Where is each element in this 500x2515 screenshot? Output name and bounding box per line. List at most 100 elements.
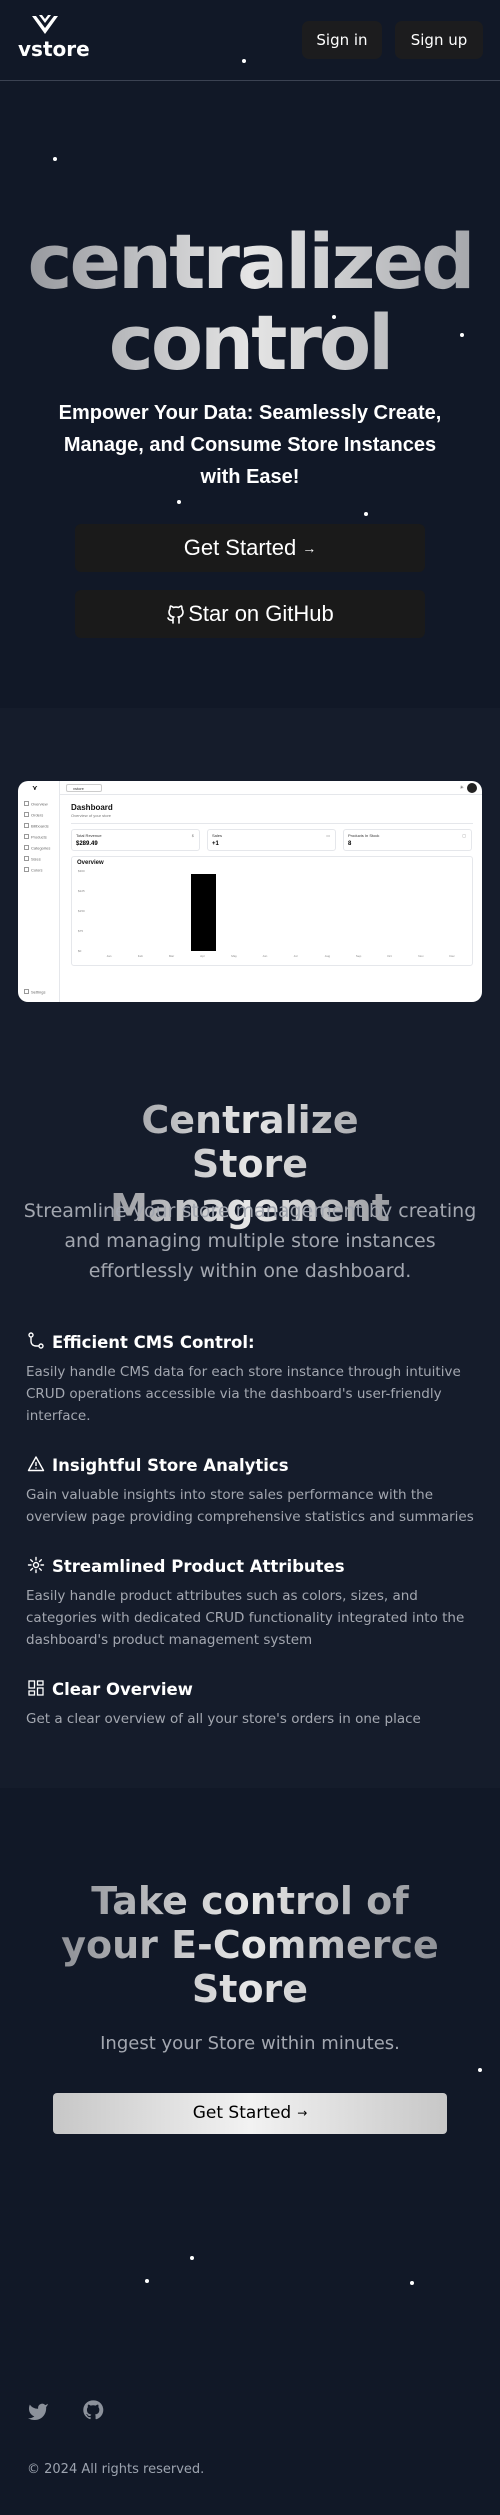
stat-card-value: 8	[348, 841, 352, 847]
site-header: vstore Sign in Sign up	[0, 0, 500, 81]
star-particle	[242, 59, 246, 63]
stat-card-label: Sales	[212, 833, 223, 838]
package-icon: ▢	[462, 833, 466, 838]
sidebar-item-categories: Categories	[24, 845, 50, 851]
star-particle	[478, 2068, 482, 2072]
store-switcher: vstore	[66, 784, 102, 792]
dashboard-divider	[71, 823, 473, 824]
cta-subtitle: Ingest your Store within minutes.	[100, 2033, 400, 2054]
theme-toggle-icon: ☀	[459, 785, 464, 791]
stat-card-value: +1	[212, 841, 219, 847]
warning-triangle-icon	[27, 1456, 45, 1472]
x-tick-label: Jun	[262, 954, 268, 958]
star-particle	[460, 333, 464, 337]
feature-title-label: Streamlined Product Attributes	[52, 1557, 345, 1576]
vstore-logo-icon	[32, 15, 58, 34]
x-tick-label: Mar	[168, 954, 175, 958]
star-particle	[177, 500, 181, 504]
vstore-logo[interactable]: vstore	[18, 14, 90, 66]
y-tick-label: $0	[78, 949, 82, 953]
dashboard-subtitle: Overview of your store	[71, 813, 112, 818]
feature-title-cms: Efficient CMS Control:	[26, 1332, 255, 1354]
x-tick-label: Nov	[418, 954, 424, 958]
stat-card-sales: Sales ▭ +1	[207, 829, 336, 851]
logo-text: vstore	[18, 37, 90, 61]
x-tick-label: Oct	[387, 954, 392, 958]
features-lead: Streamline your store management by crea…	[23, 1200, 477, 1282]
dashboard-topbar: vstore ☀	[60, 781, 482, 795]
x-tick-label: Aug	[324, 954, 331, 958]
stat-card-label: Products In Stock	[348, 833, 380, 838]
feature-desc-attributes: Easily handle product attributes such as…	[26, 1588, 465, 1648]
x-tick-label: Dec	[449, 954, 455, 958]
arrow-right-icon: →	[302, 540, 317, 556]
github-icon	[167, 605, 185, 624]
sidebar-item-sizes: Sizes	[24, 856, 41, 862]
twitter-link[interactable]	[27, 2401, 49, 2425]
star-particle	[145, 2279, 149, 2283]
x-tick-label: Feb	[137, 954, 143, 958]
chart-bar	[190, 873, 216, 951]
user-avatar	[467, 783, 477, 793]
cta-get-started-button[interactable]: Get Started →	[53, 2093, 447, 2134]
stat-card-label: Total Revenue	[76, 833, 102, 838]
dashboard-grid-icon	[28, 1680, 44, 1696]
cta-get-started-label: Get Started	[192, 2103, 292, 2123]
star-on-github-label: Star on GitHub	[188, 601, 334, 626]
sidebar-item-orders: Orders	[24, 812, 43, 818]
y-tick-label: $75	[78, 929, 84, 933]
sign-up-button[interactable]: Sign up	[395, 21, 483, 59]
star-particle	[190, 2256, 194, 2260]
git-branch-icon	[28, 1332, 44, 1349]
github-link[interactable]	[82, 2399, 104, 2425]
stat-card-revenue: Total Revenue $ $289.49	[71, 829, 200, 851]
sidebar-item-products: Products	[24, 834, 47, 840]
dashboard-logo-icon: ⋎	[32, 784, 38, 792]
hero-subtitle: Empower Your Data: Seamlessly Create, Ma…	[58, 402, 442, 488]
github-icon	[83, 2400, 104, 2420]
dollar-icon: $	[191, 833, 194, 838]
credit-card-icon: ▭	[326, 833, 330, 838]
star-on-github-button[interactable]: Star on GitHub	[75, 590, 425, 638]
x-tick-label: Jul	[293, 954, 298, 958]
twitter-icon	[28, 2403, 48, 2421]
sidebar-item-billboards: Billboards	[24, 823, 49, 829]
hero-title-line1: centralized	[0, 219, 500, 305]
y-tick-label: $150	[78, 909, 85, 913]
dashboard-sidebar: ⋎ Overview Orders Billboards Products Ca…	[18, 781, 60, 1002]
feature-title-overview: Clear Overview	[26, 1679, 193, 1701]
sign-in-button[interactable]: Sign in	[302, 21, 382, 59]
overview-title: Overview	[77, 860, 104, 866]
x-tick-label: Apr	[200, 954, 205, 958]
arrow-right-icon: →	[297, 2106, 308, 2120]
overview-chart: Overview $300 $225 $150 $75 $0 Jan Feb Mar Apr M…	[71, 856, 473, 966]
stat-card-stock: Products In Stock ▢ 8	[343, 829, 472, 851]
x-tick-label: Jan	[106, 954, 112, 958]
feature-title-label: Clear Overview	[52, 1680, 193, 1699]
copyright-text: © 2024 All rights reserved.	[27, 2462, 205, 2477]
x-tick-label: May	[231, 954, 237, 958]
get-started-button[interactable]: Get Started →	[75, 524, 425, 572]
get-started-label: Get Started	[183, 535, 297, 560]
settings-gear-icon	[27, 1556, 45, 1574]
dashboard-title: Dashboard	[71, 803, 113, 812]
feature-title-attributes: Streamlined Product Attributes	[26, 1556, 345, 1578]
dashboard-preview: ⋎ Overview Orders Billboards Products Ca…	[18, 781, 482, 1002]
hero-title-line2: control	[0, 300, 500, 386]
feature-title-label: Efficient CMS Control:	[52, 1333, 255, 1352]
feature-title-analytics: Insightful Store Analytics	[26, 1455, 289, 1477]
store-switcher-label: vstore	[73, 786, 84, 791]
y-tick-label: $225	[78, 889, 85, 893]
feature-title-label: Insightful Store Analytics	[52, 1456, 289, 1475]
star-particle	[332, 315, 336, 319]
sidebar-item-overview: Overview	[24, 801, 48, 807]
star-particle	[53, 157, 57, 161]
feature-desc-analytics: Gain valuable insights into store sales …	[26, 1487, 474, 1525]
star-particle	[410, 2281, 414, 2285]
cta-heading: Take control of your E-Commerce Store	[61, 1879, 439, 2011]
star-particle	[364, 512, 368, 516]
feature-desc-overview: Get a clear overview of all your store's…	[26, 1711, 421, 1727]
x-tick-label: Sep	[355, 954, 362, 958]
sidebar-item-settings: Settings	[24, 989, 45, 995]
stat-card-value: $289.49	[76, 841, 98, 847]
